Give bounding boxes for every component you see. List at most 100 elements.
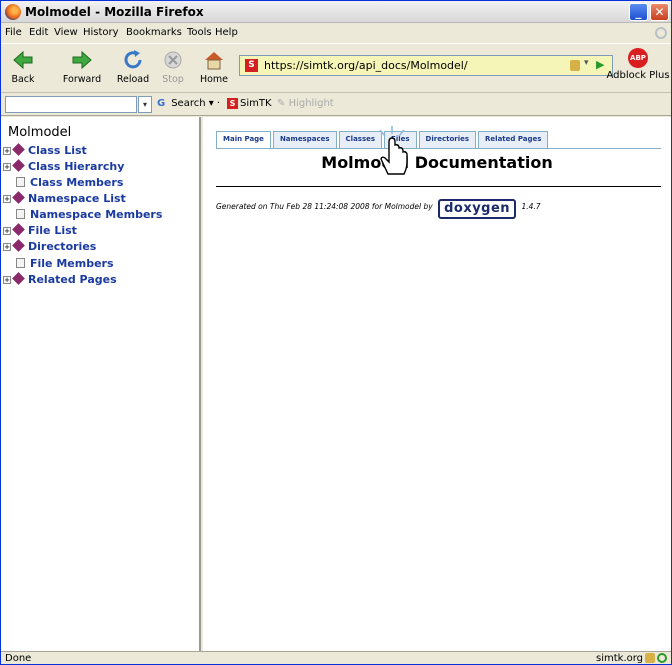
stop-button[interactable]: Stop (157, 48, 189, 85)
main-content-frame: Main Page Namespaces Classes Files Directori… (203, 117, 671, 651)
menu-help[interactable]: Help (215, 27, 238, 38)
google-search-button[interactable]: G Search ▾ · (157, 98, 220, 109)
adblock-icon: ABP (628, 48, 648, 68)
forward-arrow-icon (72, 50, 92, 70)
tree-item-namespace-list[interactable]: + Namespace List (3, 191, 126, 207)
site-favicon-icon: S (245, 59, 258, 72)
tab-namespaces[interactable]: Namespaces (272, 131, 337, 148)
back-label: Back (11, 74, 35, 85)
lock-icon[interactable] (570, 60, 580, 71)
book-icon (12, 143, 25, 156)
address-bar[interactable]: S https://simtk.org/api_docs/Molmodel/ ▾… (239, 55, 613, 76)
document-icon (16, 177, 25, 187)
navigation-toolbar: Back Forward Reload Stop Home S https://… (1, 43, 671, 93)
tree-item-class-hierarchy[interactable]: + Class Hierarchy (3, 159, 124, 175)
simtk-button[interactable]: S SimTK (227, 98, 272, 109)
home-label: Home (199, 74, 229, 85)
page-title: Molmodel Documentation (321, 153, 553, 172)
tree-item-label[interactable]: Class Hierarchy (28, 160, 124, 173)
tree-item-label[interactable]: Class List (28, 144, 87, 157)
address-bar-url[interactable]: https://simtk.org/api_docs/Molmodel/ (264, 59, 468, 72)
minimize-button[interactable]: _ (629, 3, 648, 21)
tree-item-label[interactable]: Directories (28, 240, 96, 253)
status-bar: Done simtk.org (1, 651, 671, 664)
status-indicator-icon[interactable] (657, 653, 667, 663)
tree-item-label[interactable]: Related Pages (28, 273, 117, 286)
expand-icon[interactable]: + (3, 243, 11, 251)
doxygen-logo[interactable]: doxygen (438, 199, 517, 219)
tab-main-page[interactable]: Main Page (216, 131, 271, 148)
tree-item-class-list[interactable]: + Class List (3, 143, 87, 159)
menu-bar: File Edit View History Bookmarks Tools H… (1, 23, 671, 43)
tree-item-label[interactable]: File List (28, 224, 77, 237)
tree-title: Molmodel (8, 125, 72, 140)
document-icon (16, 209, 25, 219)
toolbar-search-input[interactable] (5, 96, 137, 113)
tab-directories[interactable]: Directories (418, 131, 477, 148)
close-button[interactable]: ✕ (650, 3, 669, 21)
expand-icon[interactable]: + (3, 276, 11, 284)
tree-item-directories[interactable]: + Directories (3, 239, 96, 255)
expand-icon[interactable]: + (3, 195, 11, 203)
simtk-label: SimTK (240, 98, 272, 109)
back-arrow-icon (13, 50, 33, 70)
google-icon: G (157, 98, 166, 109)
menu-history[interactable]: History (83, 27, 119, 38)
home-button[interactable]: Home (197, 48, 231, 85)
back-button[interactable]: Back (5, 48, 41, 85)
tree-item-label[interactable]: Class Members (30, 176, 123, 189)
menu-bookmarks[interactable]: Bookmarks (126, 27, 182, 38)
reload-icon (124, 50, 142, 69)
title-bar[interactable]: Molmodel - Mozilla Firefox _ ✕ (1, 1, 671, 23)
menu-tools[interactable]: Tools (187, 27, 212, 38)
highlight-button[interactable]: ✎ Highlight (277, 98, 334, 109)
generated-footer: Generated on Thu Feb 28 11:24:08 2008 fo… (216, 199, 541, 219)
tree-item-file-members[interactable]: File Members (3, 257, 114, 272)
tree-item-class-members[interactable]: Class Members (3, 176, 123, 191)
tree-item-related-pages[interactable]: + Related Pages (3, 272, 117, 288)
status-host: simtk.org (596, 653, 644, 664)
menu-file[interactable]: File (5, 27, 22, 38)
forward-button[interactable]: Forward (55, 48, 109, 85)
menu-edit[interactable]: Edit (29, 27, 48, 38)
simtk-icon: S (227, 98, 238, 109)
doxygen-version: 1.4.7 (521, 202, 541, 211)
throbber-icon (655, 27, 667, 39)
status-text: Done (5, 653, 32, 664)
expand-icon[interactable]: + (3, 163, 11, 171)
menu-view[interactable]: View (54, 27, 78, 38)
stop-label: Stop (162, 74, 184, 85)
lock-status-icon[interactable] (645, 653, 655, 663)
tree-item-label[interactable]: File Members (30, 257, 114, 270)
highlight-label: Highlight (288, 98, 334, 109)
document-icon (16, 258, 25, 268)
highlighter-icon: ✎ (277, 98, 286, 109)
home-icon (205, 52, 223, 70)
book-icon (12, 191, 25, 204)
navigation-tree-frame: Molmodel + Class List + Class Hierarchy Cl… (1, 117, 201, 651)
forward-label: Forward (62, 74, 102, 85)
expand-icon[interactable]: + (3, 227, 11, 235)
adblock-label: Adblock Plus (606, 70, 670, 81)
stop-icon (164, 51, 182, 69)
book-icon (12, 239, 25, 252)
generated-text: Generated on Thu Feb 28 11:24:08 2008 fo… (216, 202, 433, 211)
reload-button[interactable]: Reload (113, 48, 153, 85)
url-dropdown-icon[interactable]: ▾ (584, 58, 589, 68)
expand-icon[interactable]: + (3, 147, 11, 155)
adblock-plus-button[interactable]: ABP Adblock Plus (606, 48, 670, 81)
tab-related-pages[interactable]: Related Pages (478, 131, 549, 148)
hand-pointer-icon (379, 126, 408, 175)
tab-divider (216, 148, 661, 149)
go-arrow-icon[interactable]: ▶ (596, 58, 604, 71)
window-title: Molmodel - Mozilla Firefox (25, 5, 204, 19)
tree-item-label[interactable]: Namespace List (28, 192, 126, 205)
tree-item-namespace-members[interactable]: Namespace Members (3, 208, 162, 223)
horizontal-rule (216, 186, 661, 187)
tree-item-file-list[interactable]: + File List (3, 223, 77, 239)
tree-item-label[interactable]: Namespace Members (30, 208, 162, 221)
search-label: Search (171, 98, 206, 109)
search-dropdown-icon[interactable]: ▾ (138, 96, 152, 113)
book-icon (12, 223, 25, 236)
search-toolbar: ▾ G Search ▾ · S SimTK ✎ Highlight (1, 94, 671, 116)
